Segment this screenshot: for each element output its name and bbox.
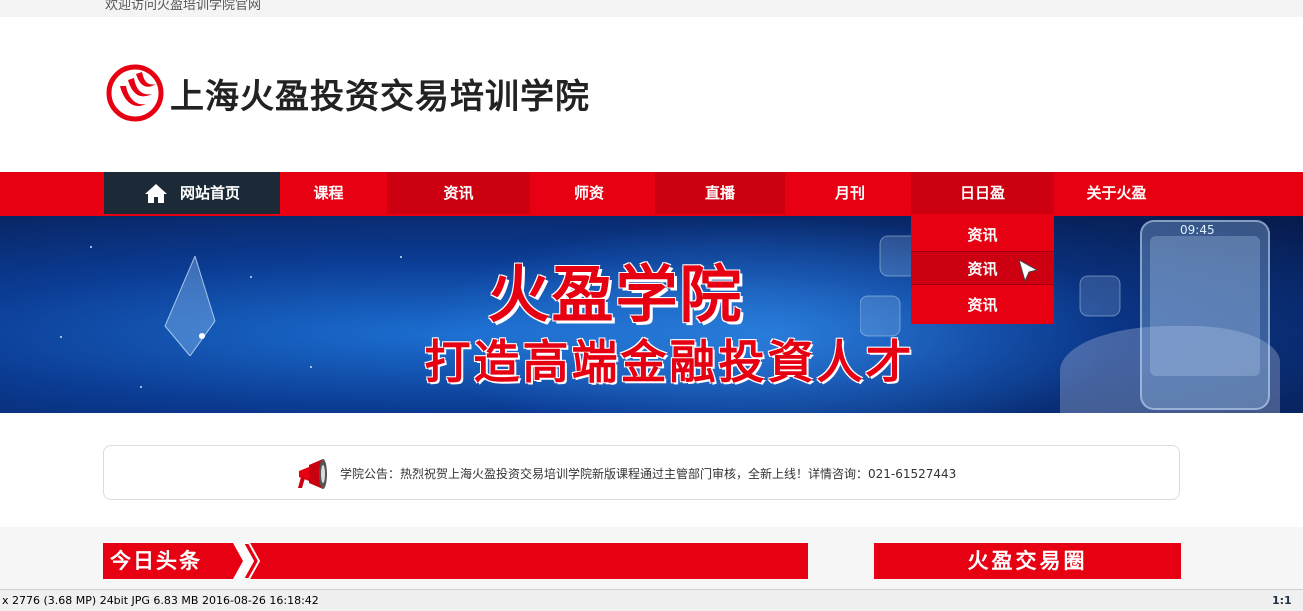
nav-item-home[interactable]: 网站首页 [104, 172, 280, 214]
site-logo[interactable]: 上海火盈投资交易培训学院 [106, 64, 590, 122]
nav-item-about[interactable]: 关于火盈 [1054, 172, 1179, 214]
main-nav: 网站首页 课程 资讯 师资 直播 月刊 日日盈 关于火盈 [0, 172, 1303, 214]
section-title-headlines: 今日头条 [110, 549, 202, 573]
welcome-text: 欢迎访问火盈培训学院官网 [105, 0, 262, 13]
image-info: x 2776 (3.68 MP) 24bit JPG 6.83 MB 2016-… [2, 594, 319, 607]
nav-item-monthly[interactable]: 月刊 [785, 172, 915, 214]
nav-item-news[interactable]: 资讯 [387, 172, 530, 214]
brand-name: 上海火盈投资交易培训学院 [170, 76, 590, 117]
double-chevron-icon [233, 543, 261, 579]
nav-item-label: 网站首页 [179, 184, 240, 202]
nav-item-courses[interactable]: 课程 [280, 172, 377, 214]
section-header-trading-circle: 火盈交易圈 [874, 543, 1181, 579]
nav-item-riri-ying[interactable]: 日日盈 [911, 172, 1054, 214]
dropdown-item-news[interactable]: 资讯 [911, 288, 1054, 322]
announcement-text[interactable]: 学院公告：热烈祝贺上海火盈投资交易培训学院新版课程通过主管部门审核，全新上线！详… [340, 465, 956, 482]
viewer-status-bar: x 2776 (3.68 MP) 24bit JPG 6.83 MB 2016-… [0, 589, 1303, 611]
hero-banner[interactable]: 09:45 火盈学院 打造高端金融投資人才 [0, 216, 1303, 413]
banner-headline: 火盈学院 [487, 258, 744, 331]
nav-item-live[interactable]: 直播 [655, 172, 785, 214]
logo-emblem-icon [106, 64, 164, 122]
banner-slogan: 打造高端金融投資人才 [424, 335, 915, 389]
top-bar: 欢迎访问火盈培训学院官网 [0, 0, 1303, 17]
home-icon [144, 184, 167, 203]
device-time: 09:45 [1180, 223, 1215, 237]
mouse-cursor-icon [1018, 258, 1039, 283]
nav-item-teachers[interactable]: 师资 [530, 172, 648, 214]
announcement-box: 学院公告：热烈祝贺上海火盈投资交易培训学院新版课程通过主管部门审核，全新上线！详… [103, 445, 1180, 500]
dropdown-item-news[interactable]: 资讯 [911, 218, 1054, 252]
zoom-level[interactable]: 1:1 [1272, 594, 1292, 607]
section-header-headlines: 今日头条 [103, 543, 808, 579]
megaphone-icon [298, 459, 327, 489]
